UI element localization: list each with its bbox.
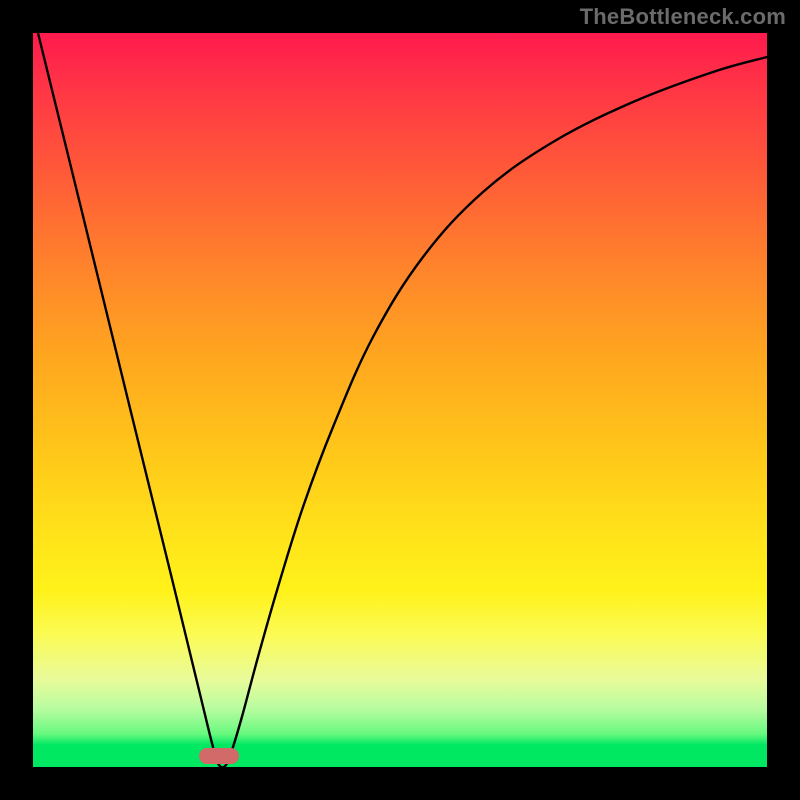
bottleneck-curve xyxy=(38,33,767,767)
optimal-marker xyxy=(199,748,239,764)
curve-svg xyxy=(33,33,767,767)
chart-frame: TheBottleneck.com xyxy=(0,0,800,800)
plot-area xyxy=(33,33,767,767)
watermark-text: TheBottleneck.com xyxy=(580,4,786,30)
